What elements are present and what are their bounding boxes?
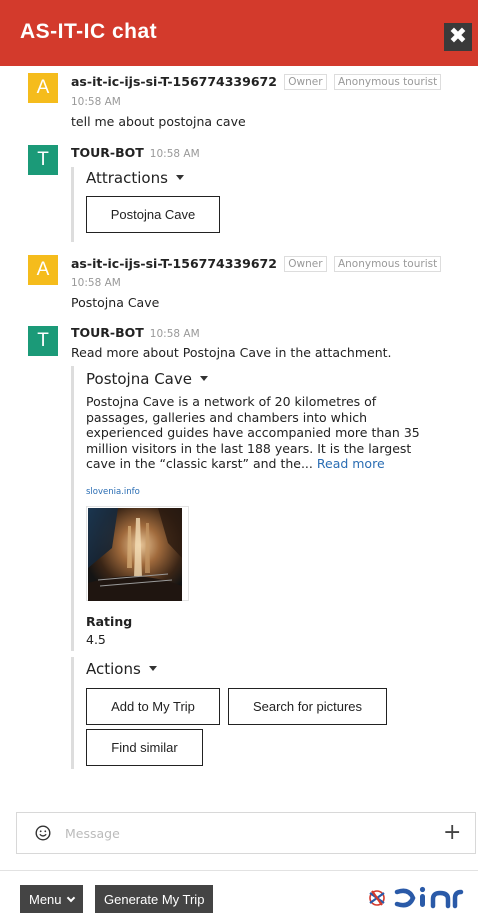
user-avatar: A — [28, 73, 58, 103]
add-to-trip-button[interactable]: Add to My Trip — [86, 688, 220, 725]
actions-title[interactable]: Actions — [86, 660, 157, 678]
bot-avatar: T — [28, 326, 58, 356]
attachment-title-text: Postojna Cave — [86, 370, 192, 388]
bot-avatar: T — [28, 145, 58, 175]
plus-icon[interactable]: + — [443, 821, 461, 845]
find-similar-button[interactable]: Find similar — [86, 729, 203, 766]
cave-image — [88, 508, 182, 601]
role-badge: Anonymous tourist — [333, 74, 442, 90]
message-time: 10:58 AM — [149, 328, 200, 340]
message-sender: TOUR-BOT 10:58 AM — [71, 145, 200, 160]
message-input[interactable] — [65, 821, 425, 845]
message-text: tell me about postojna cave — [71, 114, 246, 129]
user-avatar: A — [28, 255, 58, 285]
generate-trip-button[interactable]: Generate My Trip — [95, 885, 214, 913]
smiley-icon[interactable] — [35, 825, 51, 841]
sender-name: as-it-ic-ijs-si-T-156774339672 — [71, 256, 277, 271]
message-sender: TOUR-BOT 10:58 AM — [71, 325, 200, 340]
read-more-link[interactable]: Read more — [317, 456, 385, 471]
attachment-title-attractions[interactable]: Attractions — [86, 169, 184, 187]
actions-bar — [71, 657, 74, 769]
actions-title-text: Actions — [86, 660, 141, 678]
chat-header: AS-IT-IC chat ✖ — [0, 0, 478, 66]
rating-value: 4.5 — [86, 632, 106, 647]
message-time: 10:58 AM — [71, 96, 121, 108]
attachment-image-frame[interactable] — [86, 506, 189, 601]
message-text: Read more about Postojna Cave in the att… — [71, 345, 392, 360]
attachment-title-text: Attractions — [86, 169, 168, 187]
footer-divider — [0, 870, 478, 871]
attachment-bar — [71, 167, 74, 242]
role-badge: Anonymous tourist — [333, 256, 442, 272]
owner-badge: Owner — [284, 256, 327, 272]
caret-down-icon — [199, 376, 208, 381]
caret-down-icon — [148, 666, 157, 671]
chevron-down-icon — [66, 893, 75, 903]
sender-name: as-it-ic-ijs-si-T-156774339672 — [71, 74, 277, 89]
message-composer: + — [16, 812, 476, 854]
postojna-cave-button[interactable]: Postojna Cave — [86, 196, 220, 233]
din-logo — [369, 886, 464, 909]
rating-label: Rating — [86, 614, 133, 629]
message-time: 10:58 AM — [149, 148, 200, 160]
source-link[interactable]: slovenia.info — [86, 487, 140, 497]
message-sender: as-it-ic-ijs-si-T-156774339672 Owner Ano… — [71, 74, 442, 90]
menu-button[interactable]: Menu — [20, 885, 83, 913]
search-pictures-button[interactable]: Search for pictures — [228, 688, 387, 725]
chat-title: AS-IT-IC chat — [20, 20, 158, 43]
sender-name: TOUR-BOT — [71, 145, 144, 160]
message-time: 10:58 AM — [71, 277, 121, 289]
caret-down-icon — [175, 175, 184, 180]
attachment-title-postojna[interactable]: Postojna Cave — [86, 370, 208, 388]
attachment-description: Postojna Cave is a network of 20 kilomet… — [86, 394, 441, 472]
message-text: Postojna Cave — [71, 295, 160, 310]
attachment-bar — [71, 366, 74, 651]
message-sender: as-it-ic-ijs-si-T-156774339672 Owner Ano… — [71, 256, 442, 272]
menu-label: Menu — [29, 892, 62, 907]
close-button[interactable]: ✖ — [444, 23, 472, 51]
owner-badge: Owner — [284, 74, 327, 90]
sender-name: TOUR-BOT — [71, 325, 144, 340]
